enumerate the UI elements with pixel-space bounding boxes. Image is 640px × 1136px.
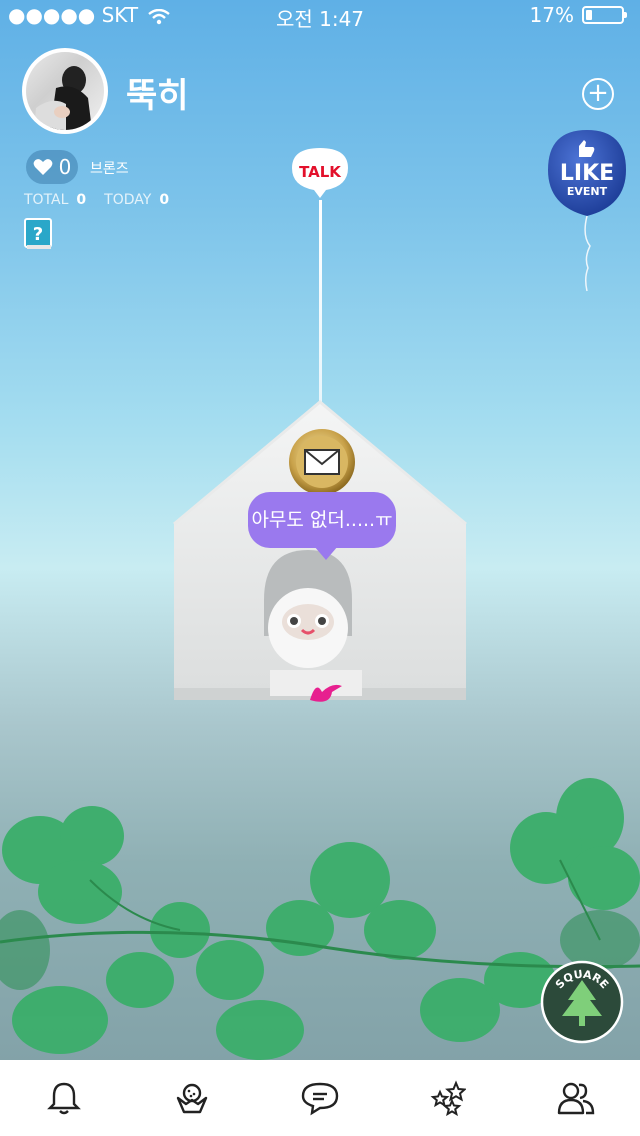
friends-icon [557,1082,595,1115]
today-value: 0 [159,192,170,208]
chat-bubble-icon [301,1082,339,1116]
visit-stats: TOTAL 0 TODAY 0 [24,192,187,208]
pet-character[interactable] [268,588,348,668]
tab-bar [0,1060,640,1136]
stars-icon [430,1080,466,1116]
home-screen: ●●●●● SKT 오전 1:47 17% 뚝히 + 0 브론즈 TOTAL 0… [0,0,640,1136]
total-label: TOTAL [24,192,69,208]
cookie-bag-icon [176,1083,208,1114]
square-button[interactable]: SQUARE [540,960,624,1044]
tab-friends[interactable] [544,1066,608,1130]
status-bar: ●●●●● SKT 오전 1:47 17% [0,0,640,31]
like-event-sub: EVENT [567,185,608,198]
talk-label: TALK [299,163,342,181]
heart-icon [33,159,53,175]
tab-favorites[interactable] [416,1066,480,1130]
like-event-balloon[interactable]: LIKE EVENT [546,126,628,296]
tab-chat[interactable] [288,1066,352,1130]
today-label: TODAY [104,192,152,208]
talk-balloon[interactable]: TALK [290,146,350,200]
talk-balloon-string [319,200,322,405]
avatar[interactable] [22,48,108,134]
grade-label: 브론즈 [90,161,129,177]
total-value: 0 [76,192,87,208]
bell-icon [47,1082,81,1115]
like-event-title: LIKE [560,161,614,186]
battery-percent: 17% [529,3,574,27]
battery-status: 17% [529,3,627,27]
help-book-icon[interactable]: ? [24,218,54,250]
like-count-badge[interactable]: 0 [26,150,78,184]
tab-shop[interactable] [160,1066,224,1130]
user-name: 뚝히 [126,76,189,116]
speech-bubble: 아무도 없더.....ㅠ [248,492,396,560]
like-count: 0 [58,155,72,179]
battery-icon [582,6,627,24]
mail-icon[interactable] [289,429,355,495]
tab-notifications[interactable] [32,1066,96,1130]
svg-text:?: ? [33,224,43,245]
add-button[interactable]: + [582,78,614,110]
